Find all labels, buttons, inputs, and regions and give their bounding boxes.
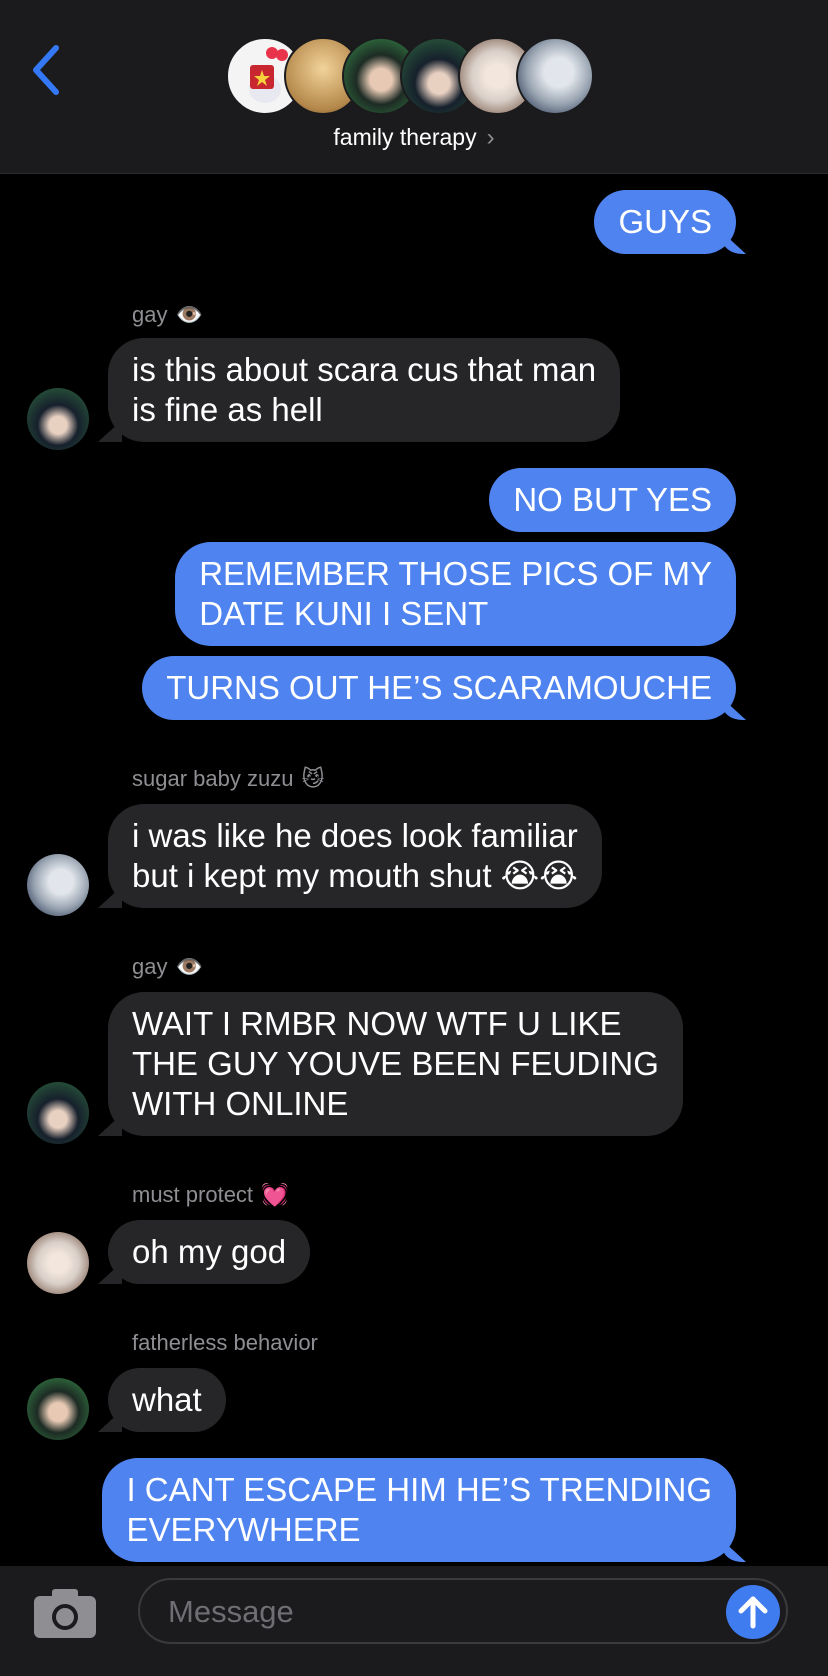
contact-avatar[interactable] xyxy=(27,1232,89,1294)
message-bubble-outgoing[interactable]: I CANT ESCAPE HIM HE’S TRENDING EVERYWHE… xyxy=(102,1458,736,1562)
message-bubble-outgoing[interactable]: REMEMBER THOSE PICS OF MY DATE KUNI I SE… xyxy=(175,542,736,646)
sender-name: must protect 💓 xyxy=(132,1182,289,1207)
arrow-up-icon xyxy=(738,1596,768,1629)
message-bubble-incoming[interactable]: WAIT I RMBR NOW WTF U LIKE THE GUY YOUVE… xyxy=(108,992,683,1136)
message-bubble-incoming[interactable]: is this about scara cus that man is fine… xyxy=(108,338,621,442)
message-input[interactable] xyxy=(166,1588,710,1636)
message-bubble-incoming[interactable]: oh my god xyxy=(108,1220,311,1284)
sender-name: gay 👁️ xyxy=(132,302,203,327)
group-avatars[interactable] xyxy=(226,37,606,117)
conversation-header: family therapy › xyxy=(0,0,828,174)
message-bubble-incoming[interactable]: i was like he does look familiar but i k… xyxy=(108,804,602,908)
group-name: family therapy xyxy=(333,124,477,150)
message-thread[interactable]: GUYS gay 👁️ is this about scara cus that … xyxy=(0,174,828,1566)
message-bubble-outgoing[interactable]: GUYS xyxy=(594,190,736,254)
sender-name: fatherless behavior xyxy=(132,1330,318,1355)
contact-avatar[interactable] xyxy=(27,854,89,916)
camera-icon[interactable] xyxy=(32,1586,98,1640)
contact-avatar[interactable] xyxy=(27,388,89,450)
contact-avatar[interactable] xyxy=(27,1082,89,1144)
composer-bar xyxy=(0,1566,828,1676)
message-bubble-incoming[interactable]: what xyxy=(108,1368,226,1432)
sender-name: gay 👁️ xyxy=(132,954,203,979)
message-bubble-outgoing[interactable]: NO BUT YES xyxy=(489,468,736,532)
sender-name: sugar baby zuzu 😼 xyxy=(132,766,325,791)
send-button[interactable] xyxy=(726,1585,780,1639)
back-chevron-icon[interactable] xyxy=(28,40,68,100)
chevron-right-icon: › xyxy=(486,124,495,151)
message-bubble-outgoing[interactable]: TURNS OUT HE’S SCARAMOUCHE xyxy=(142,656,736,720)
group-title[interactable]: family therapy › xyxy=(0,124,828,152)
message-input-field[interactable] xyxy=(138,1578,788,1644)
silver-hair-avatar xyxy=(516,37,594,115)
contact-avatar[interactable] xyxy=(27,1378,89,1440)
